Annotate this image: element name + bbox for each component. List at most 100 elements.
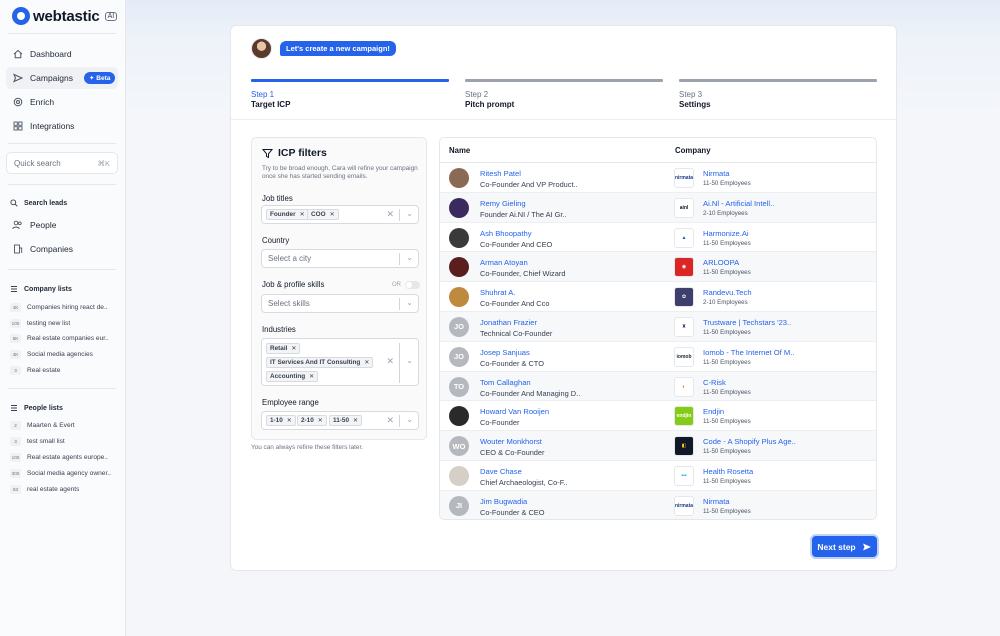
step-1[interactable]: Step 1 Target ICP — [251, 79, 449, 109]
chevron-down-icon[interactable]: ⌄ — [406, 415, 413, 424]
company-logo: iomob — [674, 346, 694, 367]
person-avatar: TO — [449, 376, 469, 397]
clear-icon[interactable]: ✕ — [386, 209, 394, 220]
chevron-down-icon[interactable]: ⌄ — [406, 298, 413, 307]
company-name-link[interactable]: Nirmata — [703, 169, 730, 178]
company-size: 11-50 Employees — [703, 358, 751, 366]
person-name-link[interactable]: Wouter Monkhorst — [480, 437, 542, 446]
or-toggle[interactable] — [405, 280, 420, 289]
person-name-link[interactable]: Arman Atoyan — [480, 258, 528, 267]
step-2[interactable]: Step 2 Pitch prompt — [465, 79, 663, 109]
step-title: Target ICP — [251, 100, 291, 109]
nav-people[interactable]: People — [6, 214, 118, 236]
tag-remove-icon[interactable]: ✕ — [364, 359, 369, 366]
person-name-link[interactable]: Ritesh Patel — [480, 169, 521, 178]
table-row[interactable]: Dave Chase Chief Archaeologist, Co-F.. •••… — [440, 461, 876, 491]
clear-icon[interactable]: ✕ — [386, 415, 394, 426]
table-row[interactable]: WO Wouter Monkhorst CEO & Co-Founder ◧ Code … — [440, 431, 876, 461]
separator — [399, 415, 400, 427]
nav-enrich[interactable]: Enrich — [6, 91, 118, 113]
person-name-link[interactable]: Remy Gieling — [480, 199, 526, 208]
tag-founder: Founder ✕ — [266, 209, 309, 220]
company-size: 11-50 Employees — [703, 269, 751, 277]
company-name-link[interactable]: Iomob - The Internet Of M.. — [703, 348, 794, 357]
people-list-item[interactable]: 300 Social media agency owner.. — [10, 469, 120, 478]
name-column-header[interactable]: Name — [449, 146, 470, 155]
chevron-down-icon[interactable]: ⌄ — [406, 209, 413, 218]
company-name-link[interactable]: Randevu.Tech — [703, 288, 752, 297]
tag-remove-icon[interactable]: ✕ — [330, 211, 335, 218]
company-column-header[interactable]: Company — [675, 146, 711, 155]
table-row[interactable]: Remy Gieling Founder Ai.NI / The AI Gr.. a… — [440, 192, 876, 223]
divider — [8, 143, 116, 144]
company-name-link[interactable]: Nirmata — [703, 497, 730, 506]
chevron-down-icon[interactable]: ⌄ — [406, 356, 413, 365]
person-name-link[interactable]: Jonathan Frazier — [480, 318, 537, 327]
people-list-item[interactable]: 100 Real estate agents europe.. — [10, 453, 120, 462]
industries-select[interactable]: Retail ✕ IT Services And IT Consulting ✕ A… — [261, 338, 419, 386]
or-label: OR — [392, 281, 401, 288]
tag-remove-icon[interactable]: ✕ — [318, 417, 323, 424]
company-list-item[interactable]: 100 testing new list — [10, 319, 120, 328]
nav-label: People — [30, 220, 57, 230]
person-title: Co-Founder And VP Product.. — [480, 180, 578, 189]
divider — [8, 388, 116, 389]
person-name-link[interactable]: Shuhrat A. — [480, 288, 515, 297]
nav-dashboard[interactable]: Dashboard — [6, 43, 118, 65]
person-name-link[interactable]: Ash Bhoopathy — [480, 229, 532, 238]
company-list-item[interactable]: 4K Social media agencies — [10, 350, 120, 359]
company-list-item[interactable]: 4K Companies hiring react de.. — [10, 303, 120, 312]
person-name-link[interactable]: Dave Chase — [480, 467, 522, 476]
tag-remove-icon[interactable]: ✕ — [291, 345, 296, 352]
chevron-down-icon[interactable]: ⌄ — [406, 253, 413, 262]
table-row[interactable]: Ritesh Patel Co-Founder And VP Product.. n… — [440, 163, 876, 193]
company-name-link[interactable]: Trustware | Techstars '23.. — [703, 318, 791, 327]
company-name-link[interactable]: ARLOOPA — [703, 258, 739, 267]
table-row[interactable]: Shuhrat A. Co-Founder And Cco ✿ Randevu.Tec… — [440, 282, 876, 312]
nav-campaigns[interactable]: Campaigns ✦ Beta — [6, 67, 118, 89]
quick-search-input[interactable]: Quick search ⌘K — [6, 152, 118, 174]
table-row[interactable]: JO Josep Sanjuas Co-Founder & CTO iomob Iomo… — [440, 342, 876, 372]
nav-integrations[interactable]: Integrations — [6, 115, 118, 137]
company-name-link[interactable]: Endjin — [703, 407, 724, 416]
table-row[interactable]: Howard Van Rooijen Co-Founder endjin Endjin… — [440, 401, 876, 432]
company-name-link[interactable]: Ai.Nl - Artificial Intell.. — [703, 199, 774, 208]
company-list-item[interactable]: 5K Real estate companies eur.. — [10, 334, 120, 343]
employee-range-select[interactable]: 1-10 ✕ 2-10 ✕ 11-50 ✕ ✕ ⌄ — [261, 411, 419, 430]
tag-remove-icon[interactable]: ✕ — [309, 373, 314, 380]
table-row[interactable]: Ash Bhoopathy Co-Founder And CEO ▲ Harmoniz… — [440, 223, 876, 253]
tag-remove-icon[interactable]: ✕ — [353, 417, 358, 424]
table-row[interactable]: JO Jonathan Frazier Technical Co-Founder ♜ T… — [440, 311, 876, 342]
company-name-link[interactable]: Code - A Shopify Plus Age.. — [703, 437, 796, 446]
list-count: 4K — [10, 303, 21, 312]
people-list-item[interactable]: 3 test small list — [10, 437, 120, 446]
person-name-link[interactable]: Jim Bugwadia — [480, 497, 527, 506]
people-list-item[interactable]: 83 real estate agents — [10, 485, 120, 494]
next-step-button[interactable]: Next step — [812, 536, 877, 557]
tag-label: Retail — [270, 345, 288, 352]
company-logo: ♜ — [674, 316, 694, 337]
country-select[interactable]: Select a city ⌄ — [261, 249, 419, 268]
people-list-item[interactable]: 2 Maarten & Evert — [10, 421, 120, 430]
table-row[interactable]: TO Tom Callaghan Co-Founder And Managing D… — [440, 371, 876, 402]
tag-remove-icon[interactable]: ✕ — [300, 211, 305, 218]
company-name-link[interactable]: C-Risk — [703, 378, 726, 387]
list-label: test small list — [27, 438, 65, 445]
app-logo[interactable]: webtastic AI — [12, 7, 118, 25]
person-name-link[interactable]: Josep Sanjuas — [480, 348, 530, 357]
company-name-link[interactable]: Health Rosetta — [703, 467, 753, 476]
step-3[interactable]: Step 3 Settings — [679, 79, 877, 109]
skills-select[interactable]: Select skills ⌄ — [261, 294, 419, 313]
table-row[interactable]: JI Jim Bugwadia Co-Founder & CEO nirmata Nir… — [440, 490, 876, 519]
company-list-item[interactable]: 3 Real estate — [10, 366, 120, 375]
tag-remove-icon[interactable]: ✕ — [287, 417, 292, 424]
job-titles-select[interactable]: Founder ✕ COO ✕ ✕ ⌄ — [261, 205, 419, 224]
person-name-link[interactable]: Tom Callaghan — [480, 378, 531, 387]
company-name-link[interactable]: Harmonize.Ai — [703, 229, 749, 238]
company-size: 11-50 Employees — [703, 507, 751, 515]
nav-companies[interactable]: Companies — [6, 238, 118, 260]
clear-icon[interactable]: ✕ — [386, 356, 394, 367]
person-name-link[interactable]: Howard Van Rooijen — [480, 407, 549, 416]
table-row[interactable]: Arman Atoyan Co-Founder, Chief Wizard ◉ ARL… — [440, 252, 876, 283]
person-avatar: JI — [449, 495, 469, 516]
